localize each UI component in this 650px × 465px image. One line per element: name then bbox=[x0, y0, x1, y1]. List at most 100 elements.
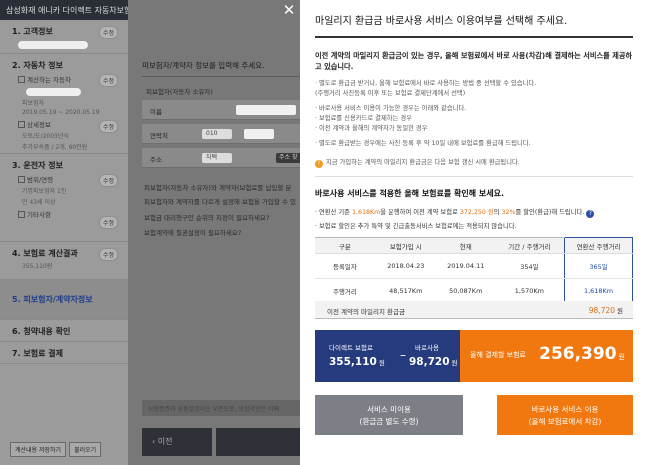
sidebar-section-driver[interactable]: 3. 운전자 정보 범위/연령 수정 기명피보험자 1인 만 43세 이상 기타… bbox=[0, 154, 128, 242]
immediate-use-label: 바로사용 bbox=[415, 344, 439, 352]
modal-title: 마일리지 환급금 바로사용 서비스 이용여부를 선택해 주세요. bbox=[315, 16, 568, 27]
question-text: 보험금 대리청구인 순위의 지정이 필요하세요? bbox=[144, 214, 270, 222]
redacted-field bbox=[26, 88, 81, 96]
car-icon bbox=[18, 76, 25, 83]
edit-button[interactable]: 수정 bbox=[98, 74, 118, 87]
table-header: 보험가입 시 bbox=[374, 237, 437, 254]
redacted-field bbox=[18, 41, 88, 49]
table-cell: 50,087Km bbox=[436, 278, 495, 304]
help-icon[interactable]: ? bbox=[586, 210, 595, 218]
table-cell: 48,517Km bbox=[374, 278, 437, 304]
sidebar-section-title: 3. 운전자 정보 bbox=[12, 161, 63, 170]
sidebar-section-payment[interactable]: 7. 보험료 결제 bbox=[0, 342, 128, 364]
table-cell: 2019.04.11 bbox=[436, 253, 495, 279]
sidebar-section-confirm[interactable]: 6. 청약내용 확인 bbox=[0, 320, 128, 342]
bullet-text: · 이전 계약과 올해의 계약자가 동일한 경우 bbox=[315, 125, 428, 132]
sidebar-section-insured[interactable]: 5. 피보험자/계약자정보 bbox=[0, 280, 128, 320]
bullet-text: (주행거리 사진등록 이후 또는 보험료 결제단계에서 선택) bbox=[315, 90, 466, 97]
final-premium-value: 256,390 원 bbox=[539, 344, 625, 364]
direct-premium-label: 다이렉트 보험료 bbox=[329, 344, 373, 352]
insured-label: 피보험자(자동차 소유자) bbox=[146, 88, 213, 96]
mileage-modal: 마일리지 환급금 바로사용 서비스 이용여부를 선택해 주세요. 이전 계약의 … bbox=[300, 0, 650, 465]
warning-notice: ! 지금 가입하는 계약의 마일리지 환급금은 다음 보험 갱신 시에 환급됩니다… bbox=[315, 157, 520, 168]
question-text: 피보험자와 계약자를 다르게 설정해 보험을 가입할 수 있 bbox=[144, 198, 297, 206]
address-type-select[interactable]: 자택 bbox=[202, 153, 232, 163]
edit-button[interactable]: 수정 bbox=[98, 120, 118, 133]
warning-text: 지금 가입하는 계약의 마일리지 환급금은 다음 보험 갱신 시에 환급됩니다. bbox=[326, 159, 520, 166]
address-search-button[interactable]: 주소 찾 bbox=[276, 153, 302, 163]
next-button[interactable] bbox=[216, 428, 300, 456]
minus-icon: – bbox=[400, 348, 406, 362]
save-calculation-button[interactable]: 계산내용 저장하기 bbox=[10, 442, 67, 457]
sidebar-bottom-buttons: 계산내용 저장하기 불러오기 bbox=[10, 442, 104, 457]
bullet-text: · 바로사용 서비스 이용이 가능한 경우는 아래와 같습니다. bbox=[315, 105, 467, 112]
contact-label: 연락처 bbox=[150, 132, 168, 140]
bullet-text: · 보험료를 신용카드로 결제하는 경우 bbox=[315, 115, 412, 122]
divider bbox=[315, 36, 633, 38]
name-label: 이름 bbox=[150, 108, 162, 116]
table-row: 등록일자 2018.04.23 2019.04.11 354일 365일 bbox=[315, 253, 633, 279]
edit-button[interactable]: 수정 bbox=[98, 174, 118, 187]
page-title: 피보험자/계약자 정보를 입력해 주세요. bbox=[142, 61, 265, 70]
sidebar-sub-text: 추가부속품 / 2개, 60만원 bbox=[22, 144, 88, 151]
sidebar-section-car[interactable]: 2. 자동차 정보 계산하는 자동차 수정 피보험자 2019.05.19 ~ … bbox=[0, 54, 128, 154]
section-title: 바로사용 서비스를 적용한 올해 보험료를 확인해 보세요. bbox=[315, 189, 505, 198]
header-title: 삼성화재 애니카 다이렉트 자동차보험 bbox=[0, 0, 128, 20]
immediate-use-value: 98,720 원 bbox=[409, 356, 458, 368]
button-sublabel: (환급금 별도 수령) bbox=[359, 417, 419, 426]
premium-summary: 다이렉트 보험료 355,110 원 – 바로사용 98,720 원 올해 결제할 … bbox=[315, 330, 633, 382]
question-text: 보험계약에 질권설정이 필요하세요? bbox=[144, 229, 242, 237]
prev-button[interactable]: ‹ 이전 bbox=[142, 428, 212, 456]
name-row: 이름 bbox=[142, 100, 302, 120]
table-header: 구분 bbox=[315, 237, 375, 254]
button-label: 서비스 미이용 bbox=[367, 405, 411, 414]
mileage-table: 구분 보험가입 시 현재 기간 / 주행거리 연환산 주행거리 등록일자 201… bbox=[315, 237, 633, 304]
edit-button[interactable]: 수정 bbox=[98, 26, 118, 39]
table-cell: 주행거리 bbox=[315, 278, 375, 304]
name-field[interactable] bbox=[236, 105, 296, 115]
address-label: 주소 bbox=[150, 156, 162, 164]
intro-text: 이전 계약의 마일리지 환급금이 있는 경우, 올해 보험료에서 바로 사용(차… bbox=[315, 51, 633, 71]
edit-button[interactable]: 수정 bbox=[98, 248, 118, 261]
contact-row: 연락처 010 bbox=[142, 124, 302, 144]
divider bbox=[315, 176, 633, 177]
direct-premium-value: 355,110 원 bbox=[329, 356, 385, 368]
sidebar-section-title: 2. 자동차 정보 bbox=[12, 61, 63, 70]
sidebar-sub-text: 만 43세 이상 bbox=[22, 199, 56, 206]
sidebar-section-title: 6. 청약내용 확인 bbox=[12, 327, 71, 336]
address-row: 주소 자택 주소 찾 bbox=[142, 148, 302, 168]
final-premium-label: 올해 결제할 보험료 bbox=[470, 351, 526, 359]
refund-label: 이전 계약의 마일리지 환급금 bbox=[327, 308, 405, 316]
premium-value: 355,110원 bbox=[22, 263, 53, 270]
final-premium-box: 올해 결제할 보험료 256,390 원 bbox=[460, 330, 633, 382]
sidebar-sub-text: 2019.05.19 ~ 2020.05.19 bbox=[22, 109, 100, 116]
table-header: 기간 / 주행거리 bbox=[494, 237, 565, 254]
load-button[interactable]: 불러오기 bbox=[69, 442, 102, 457]
detail-icon bbox=[18, 121, 25, 128]
sidebar-section-premium[interactable]: 4. 보험료 계산결과 수정 355,110원 bbox=[0, 242, 128, 280]
table-cell: 365일 bbox=[564, 253, 633, 279]
service-use-button[interactable]: 바로사용 서비스 이용 (올해 보험료에서 차감) bbox=[497, 395, 633, 435]
sidebar-section-title: 5. 피보험자/계약자정보 bbox=[12, 295, 93, 304]
table-cell: 1,618Km bbox=[564, 278, 633, 304]
table-header: 현재 bbox=[436, 237, 495, 254]
table-cell: 2018.04.23 bbox=[374, 253, 437, 279]
etc-icon bbox=[18, 211, 25, 218]
main-content: 피보험자/계약자 정보를 입력해 주세요. 피보험자(자동차 소유자) 이름 연… bbox=[128, 0, 302, 465]
phone-prefix-select[interactable]: 010 bbox=[202, 129, 232, 139]
service-not-use-button[interactable]: 서비스 미이용 (환급금 별도 수령) bbox=[315, 395, 463, 435]
bullet-text: · 별도로 환급금 받거나, 올해 보험료에서 바로 사용하는 방법 중 선택할… bbox=[315, 80, 537, 87]
sidebar-sub-text: 피보험자 bbox=[22, 100, 45, 107]
button-label: 바로사용 서비스 이용 bbox=[531, 405, 599, 414]
phone-field[interactable] bbox=[244, 129, 274, 139]
notice-bar: 보험증권과 상품설명서는 우편으로, 보험약관은 이메 bbox=[142, 400, 302, 416]
sidebar-section-customer[interactable]: 1. 고객정보 수정 bbox=[0, 20, 128, 54]
table-cell: 등록일자 bbox=[315, 253, 375, 279]
bullet-text: · 별도로 환급받는 경우에는 사진 등록 후 약 10일 내에 보험료를 환급… bbox=[315, 140, 531, 147]
table-header-row: 구분 보험가입 시 현재 기간 / 주행거리 연환산 주행거리 bbox=[315, 237, 633, 254]
refund-row: 이전 계약의 마일리지 환급금 98,720 원 bbox=[315, 301, 633, 319]
close-icon[interactable]: ✕ bbox=[281, 2, 297, 18]
edit-button[interactable]: 수정 bbox=[98, 216, 118, 229]
table-row: 주행거리 48,517Km 50,087Km 1,570Km 1,618Km bbox=[315, 278, 633, 304]
discount-note: · 보험료 할인은 추가 특약 및 긴급출동서비스 보험료에는 적용되지 않습니… bbox=[315, 223, 517, 230]
